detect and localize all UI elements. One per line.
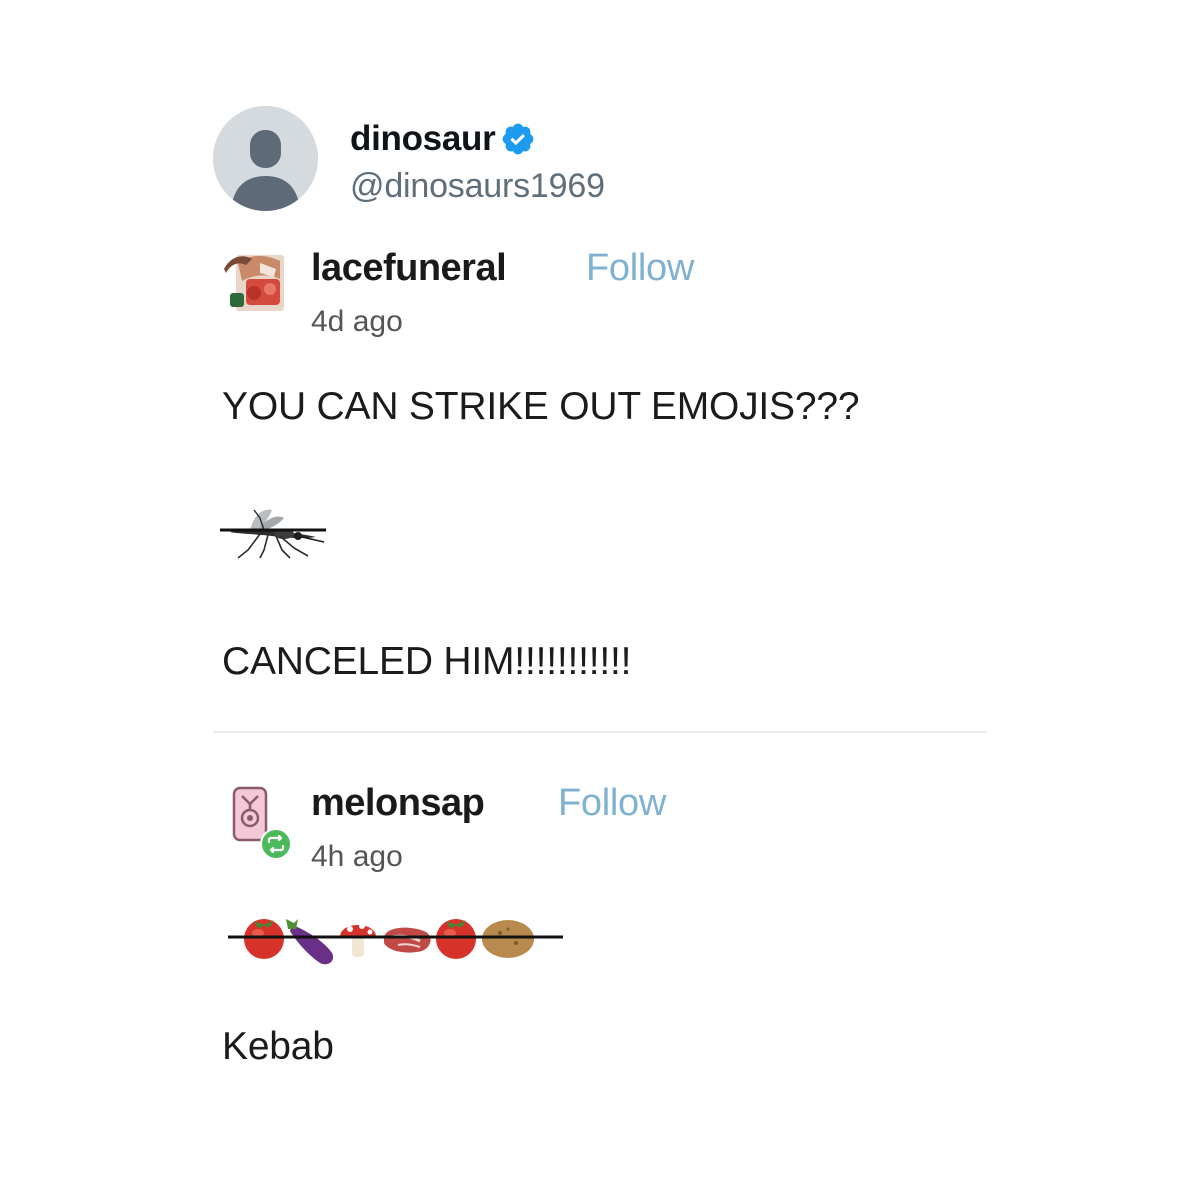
- account-name[interactable]: dinosaur: [350, 119, 496, 159]
- post-username[interactable]: melonsap: [311, 782, 485, 825]
- post-text: CANCELED HIM!!!!!!!!!!!: [222, 640, 632, 683]
- lacefuneral-avatar[interactable]: [220, 249, 286, 313]
- account-handle[interactable]: @dinosaurs1969: [350, 167, 605, 206]
- kebab-emoji-row-struck: [228, 907, 563, 967]
- post-text: Kebab: [222, 1025, 334, 1068]
- post-divider: [213, 731, 987, 733]
- mosquito-emoji-struck-icon: [220, 500, 330, 560]
- default-user-avatar-icon[interactable]: [213, 106, 318, 211]
- eggplant-emoji-icon: [286, 919, 334, 965]
- tomato-emoji-icon: [244, 919, 284, 959]
- follow-button[interactable]: Follow: [558, 782, 666, 825]
- post-header: melonsap Follow 4h ago: [220, 780, 990, 880]
- follow-button[interactable]: Follow: [586, 247, 694, 290]
- post-timestamp: 4d ago: [311, 305, 403, 338]
- verified-badge-icon: [500, 121, 536, 157]
- post-username[interactable]: lacefuneral: [311, 247, 507, 290]
- account-name-row: dinosaur: [350, 116, 536, 162]
- mushroom-emoji-icon: [340, 923, 376, 957]
- reblog-icon: [260, 828, 292, 860]
- cut-of-meat-emoji-icon: [384, 927, 431, 953]
- potato-emoji-icon: [482, 920, 534, 958]
- post-timestamp: 4h ago: [311, 840, 403, 873]
- post-text: YOU CAN STRIKE OUT EMOJIS???: [222, 385, 860, 428]
- account-header: dinosaur @dinosaurs1969: [213, 106, 913, 214]
- post-header: lacefuneral Follow 4d ago: [220, 245, 990, 345]
- reblog-post: melonsap Follow 4h ago Kebab: [220, 780, 990, 1068]
- reblog-post: lacefuneral Follow 4d ago YOU CAN STRIKE…: [220, 245, 990, 683]
- tomato-emoji-icon: [436, 919, 476, 959]
